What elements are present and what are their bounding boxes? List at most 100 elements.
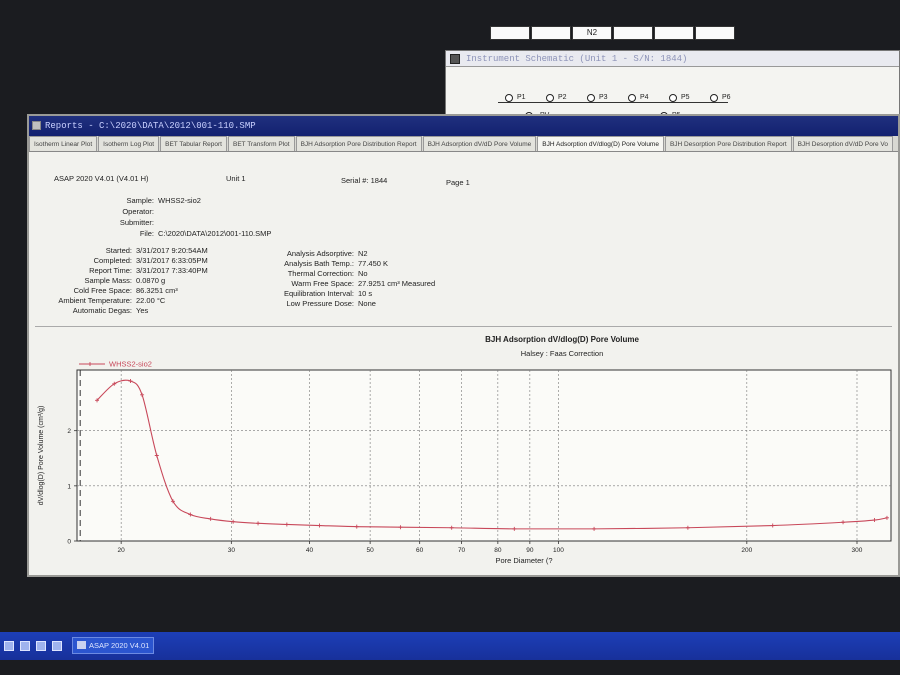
x-tick-label: 80	[494, 547, 502, 554]
port-box: N2	[572, 26, 612, 40]
taskbar-app-label: ASAP 2020 V4.01	[89, 641, 150, 650]
chart-subtitle: Halsey : Faas Correction	[521, 349, 604, 358]
analysis-field-row: Report Time: 3/31/2017 7:33:40PM	[39, 266, 208, 275]
field-label: Sample:	[126, 196, 154, 205]
field-value: 77.450 K	[358, 259, 389, 268]
port-label: P4	[640, 94, 649, 101]
tab-isotherm-log-plot[interactable]: Isotherm Log Plot	[98, 136, 160, 151]
field-label: File:	[139, 229, 154, 238]
taskbar: ASAP 2020 V4.01	[0, 632, 900, 660]
reports-window[interactable]: Reports - C:\2020\DATA\2012\001-110.SMP …	[27, 114, 900, 577]
sample-info-row: Sample: WHSS2-sio2	[54, 196, 201, 205]
plot-frame	[76, 369, 892, 542]
x-tick-label: 40	[306, 547, 314, 554]
serial-number: Serial #: 1844	[341, 176, 388, 185]
field-label: Sample Mass:	[84, 276, 132, 285]
taskbar-app-button[interactable]: ASAP 2020 V4.01	[72, 637, 154, 654]
quick-launch-icon[interactable]	[36, 641, 46, 651]
valve-icon[interactable]	[587, 94, 595, 102]
field-value: WHSS2-sio2	[158, 196, 201, 205]
field-label: Low Pressure Dose:	[286, 299, 354, 308]
x-tick-label: 50	[367, 547, 375, 554]
tab-bjh-adsorption-pore-distribution-report[interactable]: BJH Adsorption Pore Distribution Report	[295, 136, 422, 151]
port-box	[531, 26, 571, 40]
analysis-field-row: Automatic Degas: Yes	[39, 306, 148, 315]
tab-bjh-desorption-dv-dd-pore-vo[interactable]: BJH Desorption dV/dD Pore Vo	[792, 136, 893, 151]
quick-launch-icon[interactable]	[20, 641, 30, 651]
field-value: 3/31/2017 6:33:05PM	[136, 256, 208, 265]
tab-bjh-adsorption-dv-dlog-d-pore-volume[interactable]: BJH Adsorption dV/dlog(D) Pore Volume	[537, 136, 664, 151]
legend-marker	[88, 362, 92, 366]
field-label: Thermal Correction:	[287, 269, 354, 278]
schematic-titlebar[interactable]: Instrument Schematic (Unit 1 - S/N: 1844…	[446, 51, 899, 67]
window-menu-icon[interactable]	[32, 121, 41, 130]
field-label: Submitter:	[119, 218, 154, 227]
y-tick-label: 0	[67, 539, 71, 546]
field-label: Report Time:	[89, 266, 132, 275]
quick-launch-icon[interactable]	[52, 641, 62, 651]
y-tick-label: 1	[67, 483, 71, 490]
reports-titlebar[interactable]: Reports - C:\2020\DATA\2012\001-110.SMP	[29, 116, 898, 136]
field-value: 10 s	[358, 289, 373, 298]
valve-icon[interactable]	[669, 94, 677, 102]
field-value: C:\2020\DATA\2012\001-110.SMP	[158, 229, 272, 238]
analysis-field-row: Warm Free Space: 27.9251 cm³ Measured	[259, 279, 435, 288]
field-label: Ambient Temperature:	[58, 296, 132, 305]
schematic-title: Instrument Schematic (Unit 1 - S/N: 1844…	[466, 54, 688, 64]
field-label: Operator:	[122, 207, 154, 216]
analysis-field-row: Low Pressure Dose: None	[259, 299, 376, 308]
legend-label: WHSS2-sio2	[109, 360, 152, 369]
chart-divider	[35, 326, 892, 327]
port-label: P5	[681, 94, 690, 101]
port-box	[490, 26, 530, 40]
manifold-line	[498, 102, 728, 103]
x-tick-label: 60	[416, 547, 424, 554]
tab-bjh-desorption-pore-distribution-report[interactable]: BJH Desorption Pore Distribution Report	[664, 136, 792, 151]
x-tick-label: 70	[458, 547, 466, 554]
field-label: Completed:	[93, 256, 132, 265]
field-value: 0.0870 g	[136, 276, 166, 285]
tab-bjh-adsorption-dv-dd-pore-volume[interactable]: BJH Adsorption dV/dD Pore Volume	[422, 136, 537, 151]
x-tick-label: 300	[852, 547, 863, 554]
field-value: 22.00 °C	[136, 296, 166, 305]
field-value: 27.9251 cm³ Measured	[358, 279, 436, 288]
valve-icon[interactable]	[628, 94, 636, 102]
window-menu-icon[interactable]	[450, 54, 460, 64]
field-label: Equilibration Interval:	[283, 289, 354, 298]
app-icon	[77, 641, 86, 649]
analysis-field-row: Ambient Temperature: 22.00 °C	[39, 296, 165, 305]
field-value: 3/31/2017 7:33:40PM	[136, 266, 208, 275]
field-value: None	[358, 299, 376, 308]
quick-launch-icon[interactable]	[4, 641, 14, 651]
port-label: P6	[722, 94, 731, 101]
tab-bet-transform-plot[interactable]: BET Transform Plot	[227, 136, 295, 151]
unit-label: Unit 1	[226, 174, 246, 183]
x-tick-label: 200	[741, 547, 752, 554]
tab-isotherm-linear-plot[interactable]: Isotherm Linear Plot	[29, 136, 98, 151]
sample-info-row: Operator:	[54, 207, 158, 216]
field-value: 86.3251 cm³	[136, 286, 178, 295]
port-box	[654, 26, 694, 40]
field-label: Analysis Bath Temp.:	[284, 259, 354, 268]
valve-icon[interactable]	[710, 94, 718, 102]
valve-icon[interactable]	[505, 94, 513, 102]
field-label: Cold Free Space:	[73, 286, 132, 295]
analysis-field-row: Cold Free Space: 86.3251 cm³	[39, 286, 178, 295]
analysis-field-row: Started: 3/31/2017 9:20:54AM	[39, 246, 208, 255]
valve-icon[interactable]	[546, 94, 554, 102]
sample-info-row: File: C:\2020\DATA\2012\001-110.SMP	[54, 229, 272, 238]
x-tick-label: 30	[228, 547, 236, 554]
y-axis-label: dV/dlog(D) Pore Volume (cm³/g)	[38, 406, 45, 506]
tab-bet-tabular-report[interactable]: BET Tabular Report	[160, 136, 227, 151]
chart-title: BJH Adsorption dV/dlog(D) Pore Volume	[485, 335, 639, 344]
plot-area: 20 30 40 50 60 70 80 90 100 200 300 0 1 2 Pore Diamete…	[38, 360, 892, 565]
sample-info-row: Submitter:	[54, 218, 158, 227]
x-tick-label: 90	[526, 547, 534, 554]
page-number: Page 1	[446, 178, 470, 187]
analysis-field-row: Sample Mass: 0.0870 g	[39, 276, 165, 285]
analysis-field-row: Equilibration Interval: 10 s	[259, 289, 372, 298]
port-box	[695, 26, 735, 40]
field-value: N2	[358, 249, 368, 258]
port-label: P1	[517, 94, 526, 101]
x-tick-label: 100	[553, 547, 564, 554]
